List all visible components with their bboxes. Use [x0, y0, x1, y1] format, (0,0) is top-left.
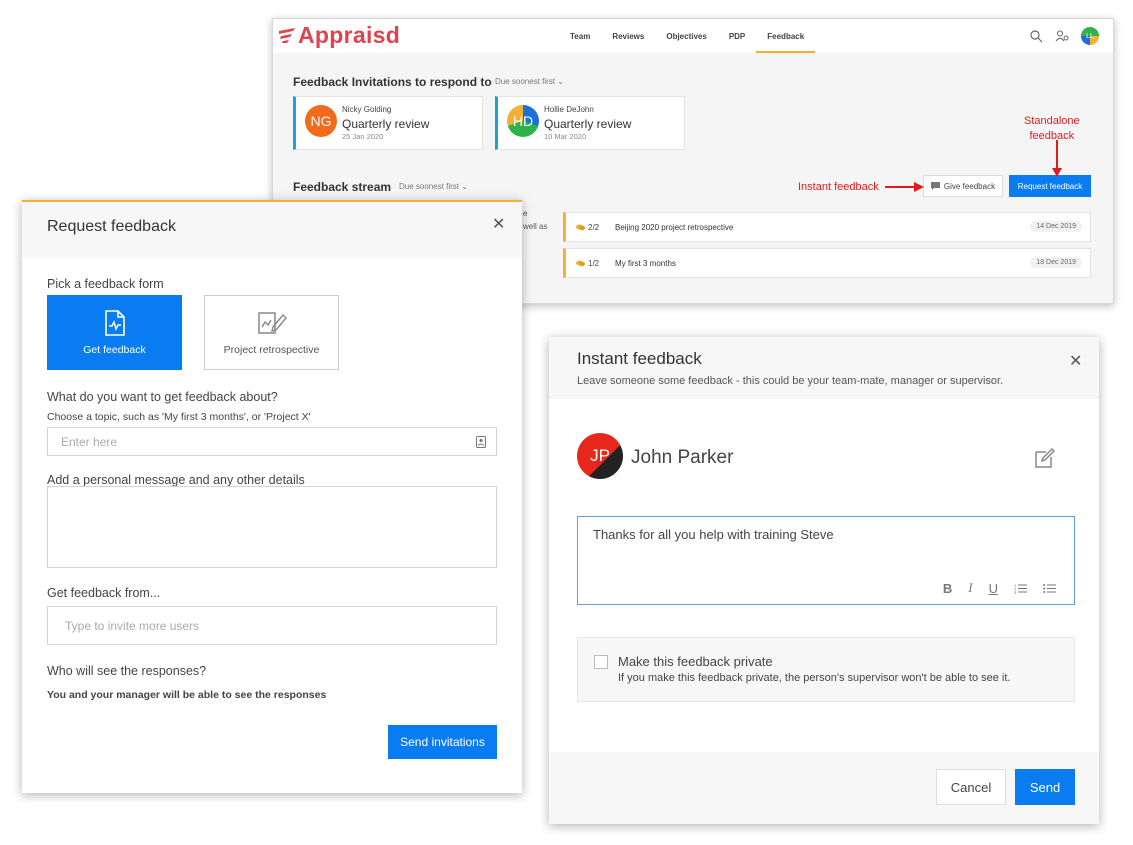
recipient-avatar: JP — [577, 433, 623, 479]
nav-team[interactable]: Team — [559, 19, 601, 53]
pick-form-label: Pick a feedback form — [47, 277, 164, 291]
partial-text: well as — [523, 222, 548, 231]
send-invitations-button[interactable]: Send invitations — [388, 725, 497, 759]
send-button[interactable]: Send — [1015, 769, 1075, 805]
invitation-title: Quarterly review — [342, 117, 430, 131]
modal-title: Request feedback — [47, 218, 176, 235]
document-edit-icon — [257, 311, 287, 334]
logo-text: Appraisd — [298, 21, 401, 48]
svg-text:3: 3 — [1014, 590, 1017, 594]
arrow-right-icon — [885, 182, 924, 192]
form-option-get-feedback[interactable]: Get feedback — [47, 295, 182, 370]
form-option-project-retrospective[interactable]: Project retrospective — [204, 295, 339, 370]
private-hint: If you make this feedback private, the p… — [618, 672, 1011, 684]
list-item[interactable]: 2/2 Beijing 2020 project retrospective 1… — [563, 212, 1091, 242]
avatar: NG — [305, 105, 337, 137]
composite-screenshot: Appraisd Team Reviews Objectives PDP Fee… — [0, 0, 1133, 845]
top-bar: Appraisd Team Reviews Objectives PDP Fee… — [273, 19, 1113, 53]
stream-item-title: Beijing 2020 project retrospective — [615, 223, 734, 232]
modal-subtitle: Leave someone some feedback - this could… — [577, 375, 1004, 387]
invitation-date: 10 Mar 2020 — [544, 132, 587, 141]
invitation-card[interactable]: HD Hollie DeJohn Quarterly review 10 Mar… — [495, 96, 685, 150]
ordered-list-icon[interactable]: 1 2 3 — [1014, 583, 1027, 594]
from-label: Get feedback from... — [47, 586, 161, 600]
invitation-date: 25 Jan 2020 — [342, 132, 384, 141]
invitation-card[interactable]: NG Nicky Golding Quarterly review 25 Jan… — [293, 96, 483, 150]
invite-placeholder: Type to invite more users — [65, 619, 200, 633]
request-feedback-button[interactable]: Request feedback — [1009, 175, 1091, 197]
stream-item-date: 18 Dec 2019 — [1030, 257, 1082, 268]
editor-toolbar: B I U 1 2 3 — [943, 580, 1056, 596]
response-count: 1/2 — [576, 259, 599, 268]
partial-text: e — [523, 209, 528, 218]
document-pulse-icon — [104, 309, 125, 336]
message-textarea[interactable] — [47, 486, 497, 568]
topic-hint: Choose a topic, such as 'My first 3 mont… — [47, 411, 311, 423]
topic-placeholder: Enter here — [61, 435, 118, 449]
invitation-title: Quarterly review — [544, 117, 632, 131]
private-option: Make this feedback private If you make t… — [577, 637, 1075, 702]
comments-icon — [576, 260, 585, 267]
bullet-list-icon[interactable] — [1043, 583, 1056, 594]
message-label: Add a personal message and any other det… — [47, 473, 305, 487]
visibility-label: Who will see the responses? — [47, 664, 207, 678]
feedback-message: Thanks for all you help with training St… — [593, 527, 834, 542]
user-settings-icon[interactable] — [1055, 29, 1069, 43]
stream-sort[interactable]: Due soonest first ⌄ — [399, 182, 468, 191]
comment-icon — [930, 182, 940, 190]
close-icon[interactable]: ✕ — [492, 214, 505, 234]
visibility-text: You and your manager will be able to see… — [47, 689, 327, 701]
list-item[interactable]: 1/2 My first 3 months 18 Dec 2019 — [563, 248, 1091, 278]
stream-title: Feedback stream — [293, 180, 392, 194]
nav-feedback[interactable]: Feedback — [756, 19, 816, 53]
invitations-sort[interactable]: Due soonest first ⌄ — [495, 77, 564, 86]
response-count: 2/2 — [576, 223, 599, 232]
contact-card-icon — [476, 436, 486, 448]
stream-item-date: 14 Dec 2019 — [1030, 221, 1082, 232]
avatar: HD — [507, 105, 539, 137]
invite-users-input[interactable]: Type to invite more users — [47, 606, 497, 645]
stream-item-title: My first 3 months — [615, 259, 676, 268]
recipient-name: John Parker — [631, 447, 734, 468]
logo[interactable]: Appraisd — [277, 22, 400, 48]
chevron-down-icon: ⌄ — [557, 77, 564, 86]
invitation-name: Nicky Golding — [342, 105, 392, 114]
modal-footer: Cancel Send — [549, 752, 1099, 824]
search-icon[interactable] — [1029, 29, 1043, 43]
annotation-instant: Instant feedback — [798, 181, 879, 193]
topic-input[interactable]: Enter here — [47, 427, 497, 456]
topic-label: What do you want to get feedback about? — [47, 390, 278, 404]
instant-feedback-modal: Instant feedback Leave someone some feed… — [549, 337, 1099, 824]
cancel-button[interactable]: Cancel — [936, 769, 1006, 805]
logo-icon — [279, 28, 295, 43]
invitations-title: Feedback Invitations to respond to — [293, 75, 492, 89]
nav-objectives[interactable]: Objectives — [655, 19, 717, 53]
comments-icon — [576, 224, 585, 231]
feedback-editor[interactable]: Thanks for all you help with training St… — [577, 516, 1075, 605]
italic-button[interactable]: I — [968, 580, 972, 596]
modal-header: Instant feedback Leave someone some feed… — [549, 337, 1099, 399]
private-checkbox[interactable] — [594, 655, 608, 669]
invitation-name: Hollie DeJohn — [544, 105, 594, 114]
private-label: Make this feedback private — [618, 654, 773, 669]
modal-title: Instant feedback — [577, 349, 702, 368]
give-feedback-button[interactable]: Give feedback — [923, 175, 1003, 197]
modal-header: Request feedback ✕ — [22, 202, 522, 258]
edit-icon[interactable] — [1034, 447, 1056, 469]
nav-reviews[interactable]: Reviews — [601, 19, 655, 53]
chevron-down-icon: ⌄ — [461, 182, 468, 191]
arrow-down-icon — [1052, 140, 1062, 177]
request-feedback-modal: Request feedback ✕ Pick a feedback form … — [22, 200, 522, 793]
close-icon[interactable]: ✕ — [1069, 351, 1082, 371]
underline-button[interactable]: U — [989, 581, 998, 596]
bold-button[interactable]: B — [943, 581, 952, 596]
main-nav: Team Reviews Objectives PDP Feedback — [559, 19, 816, 53]
user-avatar[interactable]: LL — [1081, 27, 1099, 45]
top-icons: LL — [1029, 27, 1099, 45]
nav-pdp[interactable]: PDP — [718, 19, 756, 53]
